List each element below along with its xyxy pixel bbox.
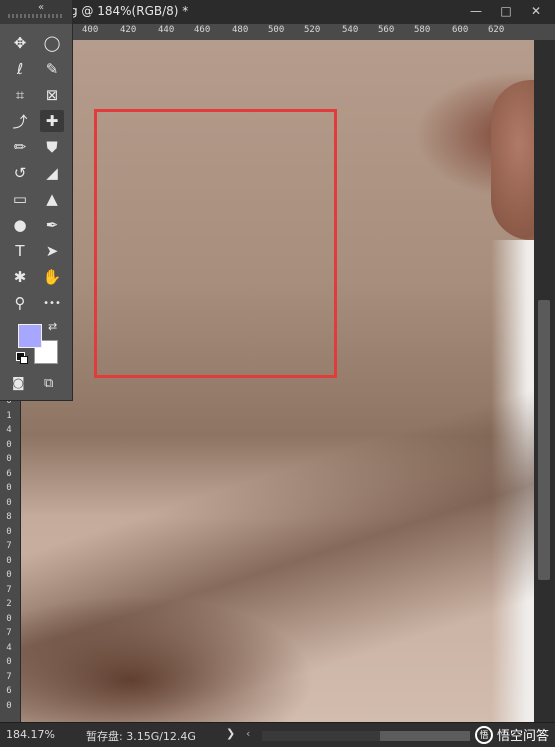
- ruler-tick-digit: 6: [6, 468, 12, 479]
- jawline-shadow: [21, 376, 534, 722]
- ruler-tick-digit: 0: [6, 570, 12, 580]
- ruler-tick-label: 540: [342, 25, 359, 35]
- ruler-tick-label: 580: [414, 25, 431, 35]
- scratch-disk-info: 暂存盘: 3.15G/12.4G: [86, 730, 196, 743]
- ruler-tick-digit: 0: [6, 657, 12, 667]
- ruler-tick-label: 460: [194, 25, 211, 35]
- tools-panel: « ✥ ◯ ℓ ✎ ⌗ ⊠ ⤴ ✚ ✏ ⛊ ↺ ◢ ▭ ▲ ● ✒ T ➤ ✱ ✋ ⚲ ••• ⇄ ◙ ⧉: [0, 0, 73, 401]
- ruler-tick-label: 560: [378, 25, 395, 35]
- collapse-icon[interactable]: «: [38, 2, 44, 13]
- quick-mask-icon[interactable]: ◙: [12, 376, 25, 391]
- ruler-tick-digit: 0: [6, 454, 12, 464]
- dodge-tool-icon[interactable]: ●: [8, 214, 32, 236]
- document-tab-bar: g @ 184%(RGB/8) * — □ ✕: [0, 0, 555, 24]
- zoom-tool-icon[interactable]: ⚲: [8, 292, 32, 314]
- more-tools-icon[interactable]: •••: [40, 292, 64, 314]
- ruler-tick-digit: 0: [6, 497, 12, 508]
- ruler-tick-digit: 7: [6, 628, 12, 638]
- ruler-tick-digit: 4: [6, 642, 12, 653]
- tools-panel-header[interactable]: «: [0, 0, 72, 24]
- status-bar: 184.17% 暂存盘: 3.15G/12.4G ❯ ‹ 悟 悟空问答: [0, 722, 555, 747]
- ruler-tick-digit: 1: [6, 410, 12, 421]
- ruler-tick-digit: 0: [6, 526, 12, 537]
- healing-brush-tool-icon[interactable]: ✚: [40, 110, 64, 132]
- sharpen-tool-icon[interactable]: ▲: [40, 188, 64, 210]
- brush-tool-icon[interactable]: ✏: [8, 136, 32, 158]
- scroll-left-icon[interactable]: ‹: [246, 727, 250, 740]
- crop-tool-icon[interactable]: ⌗: [8, 84, 32, 106]
- vertical-scroll-thumb[interactable]: [538, 300, 550, 580]
- custom-shape-tool-icon[interactable]: ✱: [8, 266, 32, 288]
- foreground-color-swatch[interactable]: [18, 324, 42, 348]
- watermark: 悟 悟空问答: [474, 725, 549, 744]
- ruler-tick-digit: 0: [6, 613, 12, 624]
- image-canvas[interactable]: [21, 40, 534, 722]
- ruler-tick-label: 520: [304, 25, 321, 35]
- lasso-tool-icon[interactable]: ℓ: [8, 58, 32, 80]
- hand-tool-icon[interactable]: ✋: [40, 266, 64, 288]
- window-controls: — □ ✕: [465, 2, 547, 20]
- eraser-tool-icon[interactable]: ◢: [40, 162, 64, 184]
- close-button[interactable]: ✕: [525, 2, 547, 20]
- screen-mode-icon[interactable]: ⧉: [44, 376, 53, 391]
- restore-button[interactable]: □: [495, 2, 517, 20]
- ruler-tick-label: 480: [232, 25, 249, 35]
- horizontal-scroll-thumb[interactable]: [380, 731, 470, 741]
- ruler-tick-digit: 7: [6, 541, 12, 551]
- ruler-tick-label: 420: [120, 25, 137, 35]
- ruler-tick-label: 400: [82, 25, 99, 35]
- ruler-tick-digit: 7: [6, 671, 12, 682]
- swap-colors-icon[interactable]: ⇄: [48, 320, 57, 333]
- path-selection-tool-icon[interactable]: ➤: [40, 240, 64, 262]
- watermark-logo-icon: 悟: [474, 725, 493, 744]
- default-colors-icon[interactable]: [16, 352, 28, 364]
- ruler-tick-label: 600: [452, 25, 469, 35]
- ruler-tick-digit: 0: [6, 555, 12, 566]
- selection-rectangle[interactable]: [94, 109, 337, 378]
- horizontal-ruler[interactable]: 400 420 440 460 480 500 520 540 560 580 …: [72, 24, 555, 41]
- ruler-tick-label: 440: [158, 25, 175, 35]
- frame-tool-icon[interactable]: ⊠: [40, 84, 64, 106]
- history-brush-tool-icon[interactable]: ↺: [8, 162, 32, 184]
- type-tool-icon[interactable]: T: [8, 240, 32, 262]
- panel-grip[interactable]: [8, 14, 64, 18]
- watermark-text: 悟空问答: [496, 729, 549, 744]
- ruler-tick-digit: 8: [6, 512, 12, 522]
- zoom-level[interactable]: 184.17%: [6, 728, 55, 741]
- eyedropper-tool-icon[interactable]: ⤴: [8, 110, 32, 132]
- ear-region: [491, 80, 534, 240]
- ruler-tick-label: 620: [488, 25, 505, 35]
- ruler-tick-digit: 4: [6, 425, 12, 435]
- ruler-tick-label: 500: [268, 25, 285, 35]
- gradient-tool-icon[interactable]: ▭: [8, 188, 32, 210]
- vertical-scrollbar[interactable]: [534, 40, 555, 722]
- clone-stamp-tool-icon[interactable]: ⛊: [40, 136, 64, 158]
- pen-tool-icon[interactable]: ✒: [40, 214, 64, 236]
- minimize-button[interactable]: —: [465, 2, 487, 20]
- status-menu-arrow[interactable]: ❯: [226, 727, 235, 740]
- ruler-tick-digit: 2: [6, 599, 12, 609]
- quick-selection-tool-icon[interactable]: ✎: [40, 58, 64, 80]
- elliptical-marquee-tool-icon[interactable]: ◯: [40, 32, 64, 54]
- move-tool-icon[interactable]: ✥: [8, 32, 32, 54]
- ruler-tick-digit: 0: [6, 439, 12, 450]
- document-tab-title[interactable]: g @ 184%(RGB/8) *: [70, 4, 188, 18]
- ruler-tick-digit: 6: [6, 686, 12, 696]
- ruler-tick-digit: 0: [6, 483, 12, 493]
- ruler-tick-digit: 7: [6, 584, 12, 595]
- ruler-tick-digit: 0: [6, 700, 12, 711]
